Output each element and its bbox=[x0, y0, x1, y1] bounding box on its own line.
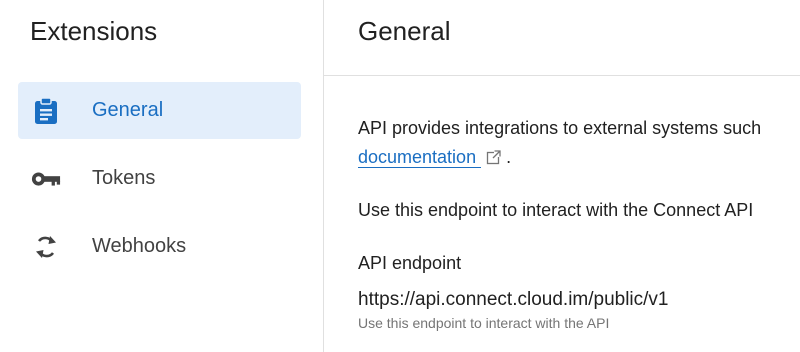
sync-icon bbox=[31, 232, 61, 262]
page-title: General bbox=[358, 16, 451, 46]
documentation-link-label: documentation bbox=[358, 147, 477, 167]
intro-paragraph: API provides integrations to external sy… bbox=[358, 114, 800, 174]
documentation-link[interactable]: documentation bbox=[358, 147, 482, 168]
api-endpoint-heading: API endpoint bbox=[358, 253, 462, 273]
sidebar-item-label: General bbox=[92, 99, 164, 121]
sidebar-item-tokens[interactable]: Tokens bbox=[18, 150, 301, 207]
clipboard-icon bbox=[31, 96, 61, 126]
sidebar-item-label: Tokens bbox=[92, 167, 156, 189]
endpoint-usage-text: Use this endpoint to interact with the C… bbox=[358, 200, 754, 220]
sidebar-title: Extensions bbox=[30, 16, 158, 46]
extensions-app: Extensions General Tokens Webhooks Gener… bbox=[0, 0, 800, 352]
sidebar: Extensions General Tokens Webhooks bbox=[0, 0, 324, 352]
intro-text: API provides integrations to external sy… bbox=[358, 118, 762, 138]
api-endpoint-hint: Use this endpoint to interact with the A… bbox=[358, 315, 610, 331]
main-header: General bbox=[324, 0, 800, 76]
sidebar-item-webhooks[interactable]: Webhooks bbox=[18, 218, 301, 275]
sidebar-item-general[interactable]: General bbox=[18, 82, 301, 139]
doc-link-suffix: . bbox=[506, 147, 512, 167]
sidebar-nav: General Tokens Webhooks bbox=[18, 82, 301, 286]
sidebar-item-label: Webhooks bbox=[92, 235, 187, 257]
key-icon bbox=[31, 164, 61, 194]
api-endpoint-value[interactable]: https://api.connect.cloud.im/public/v1 bbox=[358, 287, 800, 313]
external-link-icon bbox=[486, 145, 502, 174]
main-panel: General API provides integrations to ext… bbox=[324, 0, 800, 352]
general-content: API provides integrations to external sy… bbox=[358, 114, 800, 332]
